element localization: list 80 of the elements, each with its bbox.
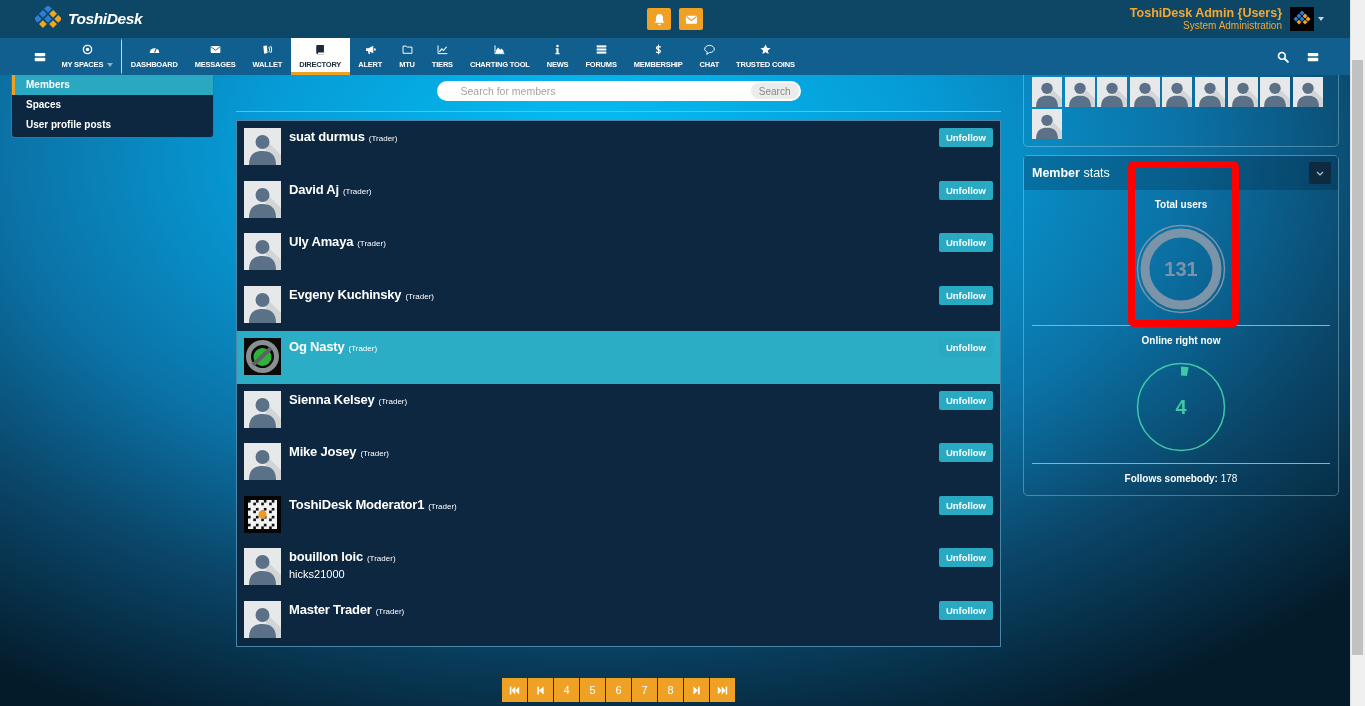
menu-icon bbox=[34, 50, 46, 63]
scrollbar-thumb[interactable] bbox=[1352, 60, 1363, 655]
follows-count: Follows somebody: 178 bbox=[1124, 472, 1238, 486]
target-icon bbox=[81, 44, 93, 55]
person-avatar-icon[interactable] bbox=[1032, 109, 1062, 139]
member-role: (Trader) bbox=[348, 344, 378, 353]
messages-button[interactable] bbox=[679, 8, 703, 30]
sound-waves-icon bbox=[261, 44, 273, 55]
person-avatar-icon[interactable] bbox=[1194, 77, 1225, 107]
stat-value: 4 bbox=[1175, 395, 1187, 419]
person-avatar-icon bbox=[244, 390, 281, 428]
star-icon bbox=[759, 44, 771, 55]
chevron-down-icon bbox=[1316, 170, 1324, 176]
menu-icon bbox=[1307, 50, 1319, 63]
member-bio: hicks21000 bbox=[289, 568, 345, 580]
member-name[interactable]: Uly Amaya bbox=[289, 234, 354, 249]
member-name[interactable]: suat durmus bbox=[289, 129, 365, 144]
stat-label: Total users bbox=[1154, 198, 1208, 212]
member-role: (Trader) bbox=[342, 186, 372, 196]
member-name[interactable]: Master Trader bbox=[289, 601, 372, 617]
search-icon bbox=[1277, 50, 1289, 63]
member-name[interactable]: Evgeny Kuchinsky bbox=[289, 286, 402, 302]
person-avatar-icon[interactable] bbox=[1129, 77, 1160, 107]
caret-icon[interactable] bbox=[1318, 17, 1324, 21]
user-role: System Administration bbox=[1182, 20, 1282, 32]
member-role: (Trader) bbox=[368, 134, 398, 143]
chat-bubble-icon bbox=[703, 44, 715, 55]
list-icon bbox=[595, 44, 607, 55]
caret-icon bbox=[107, 62, 114, 67]
first-page-button[interactable] bbox=[502, 678, 527, 702]
area-chart-icon bbox=[494, 44, 506, 55]
last-page-button[interactable] bbox=[710, 678, 735, 702]
member-role: (Trader) bbox=[405, 291, 434, 301]
person-avatar-icon bbox=[244, 443, 281, 480]
member-name[interactable]: David Aj bbox=[289, 181, 339, 197]
person-avatar-icon[interactable] bbox=[1097, 77, 1128, 107]
book-icon bbox=[314, 44, 326, 55]
person-avatar-icon bbox=[244, 285, 281, 323]
stat-label: Online right now bbox=[1141, 334, 1221, 348]
qr-code-avatar-icon bbox=[244, 495, 281, 533]
bell-icon bbox=[652, 12, 666, 26]
user-name[interactable]: ToshiDesk Admin {Users} bbox=[1129, 6, 1282, 21]
member-role: (Trader) bbox=[375, 606, 405, 616]
brand-name[interactable]: ToshiDesk bbox=[68, 10, 143, 28]
megaphone-icon bbox=[364, 44, 376, 55]
collapse-button[interactable] bbox=[1309, 162, 1331, 184]
person-avatar-icon bbox=[244, 233, 281, 270]
sidebar-item[interactable]: User profile posts bbox=[12, 115, 213, 135]
member-name[interactable]: bouillon loic bbox=[289, 549, 363, 564]
member-role: (Trader) bbox=[360, 449, 389, 458]
person-avatar-icon bbox=[244, 600, 281, 638]
person-avatar-icon[interactable] bbox=[1162, 77, 1193, 107]
skip-back-icon bbox=[509, 684, 520, 696]
folder-icon bbox=[401, 44, 413, 55]
person-avatar-icon[interactable] bbox=[1064, 77, 1095, 107]
person-avatar-icon bbox=[244, 180, 281, 218]
stat-value: 131 bbox=[1164, 257, 1198, 281]
envelope-icon bbox=[209, 44, 221, 55]
coin-avatar-icon bbox=[244, 338, 281, 375]
member-role: (Trader) bbox=[378, 396, 408, 406]
person-avatar-icon[interactable] bbox=[1260, 77, 1291, 107]
step-forward-icon bbox=[691, 684, 702, 696]
person-avatar-icon[interactable] bbox=[1292, 77, 1323, 107]
person-avatar-icon[interactable] bbox=[1032, 77, 1062, 107]
member-role: (Trader) bbox=[428, 501, 457, 511]
person-avatar-icon bbox=[244, 548, 281, 585]
line-chart-icon bbox=[436, 44, 448, 55]
notification-button[interactable] bbox=[647, 8, 671, 30]
skip-forward-icon bbox=[717, 684, 728, 696]
member-role: (Trader) bbox=[366, 554, 396, 563]
sidebar-item[interactable]: Spaces bbox=[12, 95, 213, 115]
member-role: (Trader) bbox=[357, 239, 386, 248]
person-avatar-icon bbox=[244, 128, 281, 165]
logo-avatar-icon[interactable] bbox=[1290, 7, 1314, 31]
member-name[interactable]: Sienna Kelsey bbox=[289, 391, 375, 407]
card-title: Member stats bbox=[1032, 166, 1110, 180]
member-name[interactable]: Mike Josey bbox=[289, 444, 357, 459]
step-back-icon bbox=[535, 684, 546, 696]
member-name[interactable]: ToshiDesk Moderator1 bbox=[289, 496, 425, 512]
person-avatar-icon[interactable] bbox=[1227, 77, 1258, 107]
